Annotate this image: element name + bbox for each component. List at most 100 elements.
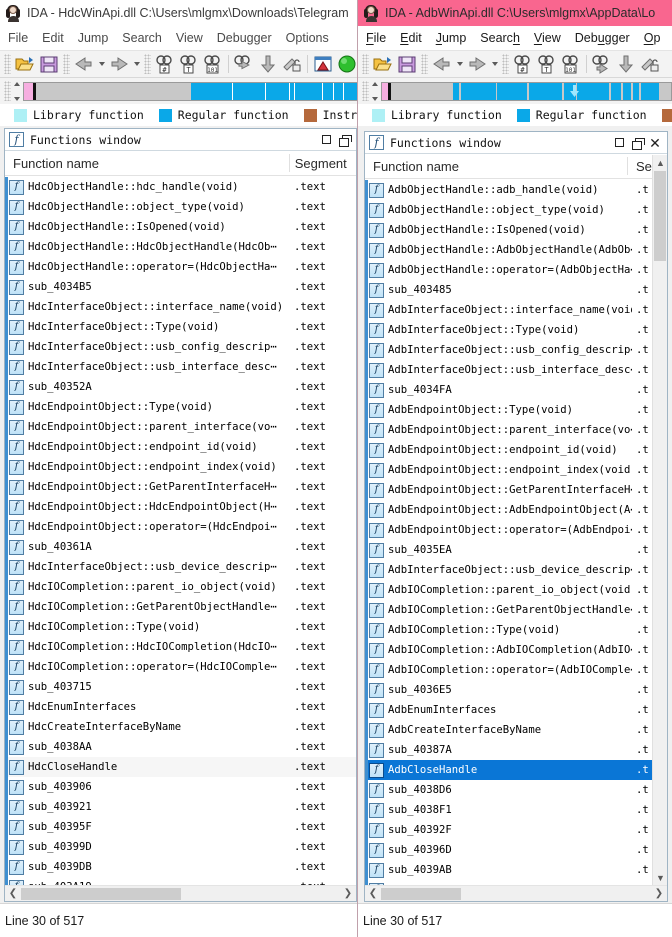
menu-options[interactable]: Options (286, 31, 329, 45)
menu-options[interactable]: Op (644, 31, 661, 45)
table-row[interactable]: fHdcCloseHandle.text (5, 757, 356, 777)
table-row[interactable]: fAdbInterfaceObject::usb_device_descrip⋯… (365, 560, 652, 580)
right-list-header[interactable]: Function name Se (365, 154, 667, 179)
table-row[interactable]: fHdcObjectHandle::IsOpened(void).text (5, 217, 356, 237)
table-row[interactable]: fHdcIOCompletion::Type(void).text (5, 617, 356, 637)
left-horizontal-scrollbar[interactable]: ❮ ❯ (5, 885, 356, 901)
table-row[interactable]: fAdbEndpointObject::endpoint_index(void)… (365, 460, 652, 480)
search-number-icon[interactable]: 101 (560, 53, 582, 75)
table-row[interactable]: fsub_403A19.text (5, 877, 356, 885)
search-hash-icon[interactable]: # (512, 53, 534, 75)
menu-view[interactable]: View (176, 31, 203, 45)
restore-icon[interactable] (628, 134, 646, 152)
table-row[interactable]: fHdcIOCompletion::GetParentObjectHandle⋯… (5, 597, 356, 617)
left-functions-subwindow[interactable]: f Functions window Function name Segment… (4, 128, 357, 902)
table-row[interactable]: fHdcEndpointObject::endpoint_index(void)… (5, 457, 356, 477)
table-row[interactable]: fAdbEndpointObject::parent_interface(vo⋯… (365, 420, 652, 440)
table-row[interactable]: fHdcObjectHandle::HdcObjectHandle(HdcOb⋯… (5, 237, 356, 257)
table-row[interactable]: fAdbEndpointObject::operator=(AdbEndpoi⋯… (365, 520, 652, 540)
maximize-icon[interactable] (317, 131, 335, 149)
ida-window-hdcwinapi[interactable]: IDA - HdcWinApi.dll C:\Users\mlgmx\Downl… (0, 0, 360, 937)
right-navband-area[interactable] (358, 78, 672, 104)
table-row[interactable]: fHdcInterfaceObject::usb_device_descrip⋯… (5, 557, 356, 577)
table-row[interactable]: fsub_40395F.text (5, 817, 356, 837)
right-functions-titlebar[interactable]: f Functions window ✕ (365, 132, 667, 154)
scroll-up-icon[interactable]: ▲ (653, 155, 668, 170)
table-row[interactable]: fsub_4038F1.t (365, 800, 652, 820)
table-row[interactable]: fsub_4039AB.t (365, 860, 652, 880)
table-row[interactable]: fsub_4035EA.t (365, 540, 652, 560)
scroll-left-icon[interactable]: ❮ (365, 886, 381, 902)
close-icon[interactable]: ✕ (646, 134, 664, 152)
table-row[interactable]: fHdcEndpointObject::endpoint_id(void).te… (5, 437, 356, 457)
toolbar-grip3-icon[interactable] (502, 54, 509, 74)
right-horizontal-scrollbar[interactable]: ❮ ❯ (365, 885, 667, 901)
unlock-search-icon[interactable] (639, 53, 661, 75)
navband[interactable] (23, 82, 360, 101)
table-row[interactable]: fsub_4039DB.text (5, 857, 356, 877)
navband-grip-icon[interactable] (4, 81, 11, 101)
scroll-right-icon[interactable]: ❯ (340, 886, 356, 902)
left-navband-area[interactable] (0, 78, 360, 104)
table-row[interactable]: fHdcIOCompletion::HdcIOCompletion(HdcIO⋯… (5, 637, 356, 657)
table-row[interactable]: fsub_4038D6.t (365, 780, 652, 800)
unlock-search-icon[interactable] (281, 53, 303, 75)
scroll-down-icon[interactable]: ▼ (653, 870, 668, 885)
table-row[interactable]: fsub_4034FA.t (365, 380, 652, 400)
table-row[interactable]: fAdbInterfaceObject::usb_interface_desc⋯… (365, 360, 652, 380)
table-row[interactable]: fAdbObjectHandle::IsOpened(void).t (365, 220, 652, 240)
table-row[interactable]: fAdbObjectHandle::object_type(void).t (365, 200, 652, 220)
table-row[interactable]: fsub_40387A.t (365, 740, 652, 760)
table-row[interactable]: fsub_4038AA.text (5, 737, 356, 757)
left-menubar[interactable]: File Edit Jump Search View Debugger Opti… (0, 26, 360, 50)
table-row[interactable]: fHdcEndpointObject::parent_interface(vo⋯… (5, 417, 356, 437)
menu-debugger[interactable]: Debugger (575, 31, 630, 45)
left-function-list[interactable]: fHdcObjectHandle::hdc_handle(void).textf… (5, 177, 356, 885)
table-row[interactable]: fAdbEndpointObject::GetParentInterfaceH⋯… (365, 480, 652, 500)
table-row[interactable]: fHdcInterfaceObject::interface_name(void… (5, 297, 356, 317)
search-next-icon[interactable] (591, 53, 613, 75)
table-row[interactable]: fAdbObjectHandle::adb_handle(void).t (365, 180, 652, 200)
table-row[interactable]: fAdbObjectHandle::AdbObjectHandle(AdbOb⋯… (365, 240, 652, 260)
table-row[interactable]: fAdbEndpointObject::endpoint_id(void).t (365, 440, 652, 460)
table-row[interactable]: fHdcInterfaceObject::usb_interface_desc⋯… (5, 357, 356, 377)
search-hash-icon[interactable]: # (154, 53, 176, 75)
hscroll-thumb[interactable] (381, 888, 461, 900)
table-row[interactable]: fHdcEndpointObject::Type(void).text (5, 397, 356, 417)
table-row[interactable]: fsub_403715.text (5, 677, 356, 697)
left-functions-titlebar[interactable]: f Functions window (5, 129, 356, 151)
table-row[interactable]: fAdbIOCompletion::parent_io_object(void)… (365, 580, 652, 600)
open-file-icon[interactable] (14, 53, 36, 75)
menu-debugger[interactable]: Debugger (217, 31, 272, 45)
table-row[interactable]: fAdbIOCompletion::operator=(AdbIOComple⋯… (365, 660, 652, 680)
toolbar-grip2-icon[interactable] (63, 54, 70, 74)
search-number-icon[interactable]: 101 (202, 53, 224, 75)
table-row[interactable]: fHdcIOCompletion::operator=(HdcIOComple⋯… (5, 657, 356, 677)
forward-dropdown-icon[interactable] (489, 53, 500, 75)
table-row[interactable]: fsub_403921.text (5, 797, 356, 817)
table-row[interactable]: fAdbIOCompletion::Type(void).t (365, 620, 652, 640)
menu-file[interactable]: File (8, 31, 28, 45)
navband-arrows-icon[interactable] (13, 82, 22, 101)
right-toolbar[interactable]: # T 101 (358, 50, 672, 78)
right-vertical-scrollbar[interactable]: ▲ ▼ (652, 155, 667, 885)
table-row[interactable]: fAdbObjectHandle::operator=(AdbObjectHa⋯… (365, 260, 652, 280)
table-row[interactable]: fsub_40399D.text (5, 837, 356, 857)
table-row[interactable]: fHdcIOCompletion::parent_io_object(void)… (5, 577, 356, 597)
table-row[interactable]: fsub_40392F.t (365, 820, 652, 840)
graph-warning-icon[interactable] (312, 53, 334, 75)
table-row[interactable]: fAdbInterfaceObject::interface_name(void… (365, 300, 652, 320)
search-next-icon[interactable] (233, 53, 255, 75)
back-arrow-icon[interactable] (431, 53, 453, 75)
table-row[interactable]: fAdbEndpointObject::AdbEndpointObject(A⋯… (365, 500, 652, 520)
hscroll-track[interactable] (381, 886, 651, 902)
menu-edit[interactable]: Edit (400, 31, 422, 45)
maximize-icon[interactable] (610, 134, 628, 152)
column-header-segment[interactable]: Segment (287, 156, 356, 171)
table-row[interactable]: fsub_4034B5.text (5, 277, 356, 297)
left-toolbar[interactable]: # T 101 (0, 50, 360, 78)
back-arrow-icon[interactable] (73, 53, 95, 75)
menu-jump[interactable]: Jump (436, 31, 467, 45)
table-row[interactable]: fAdbIOCompletion::AdbIOCompletion(AdbIO⋯… (365, 640, 652, 660)
hscroll-track[interactable] (21, 886, 340, 902)
